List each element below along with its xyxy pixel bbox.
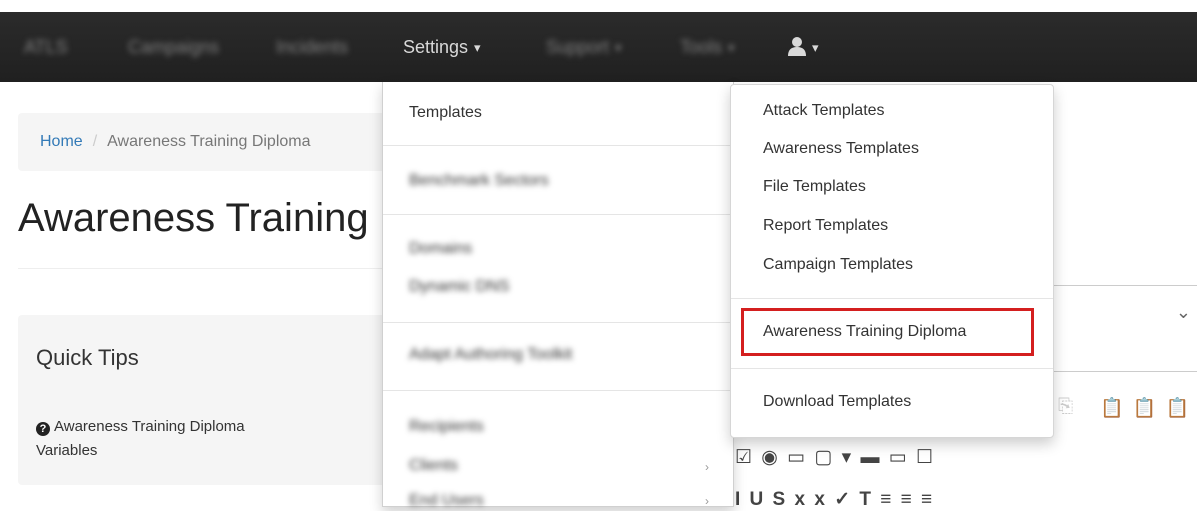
quick-tips-line2: Variables: [36, 442, 98, 459]
submenu-awareness-training-diploma[interactable]: Awareness Training Diploma: [763, 323, 966, 341]
submenu-attack-templates[interactable]: Attack Templates: [763, 102, 885, 120]
templates-submenu: Attack Templates Awareness Templates Fil…: [730, 84, 1054, 438]
chevron-down-icon: ⌄: [1175, 302, 1191, 322]
nav-support-label: Support: [546, 37, 610, 57]
quick-tips-variables-link[interactable]: ? Awareness Training Diploma Variables: [36, 415, 245, 463]
menu-item-dynamic-dns[interactable]: Dynamic DNS: [409, 278, 509, 296]
form-element-icons[interactable]: ☑ ◉ ▭ ▢ ▾ ▬ ▭ ☐: [735, 446, 935, 469]
menu-divider: [383, 390, 733, 391]
menu-item-authoring-toolkit[interactable]: Adapt Authoring Toolkit: [409, 346, 572, 364]
submenu-download-templates[interactable]: Download Templates: [763, 393, 911, 411]
menu-item-benchmark-sectors[interactable]: Benchmark Sectors: [409, 172, 549, 190]
submenu-divider: [731, 298, 1053, 299]
submenu-awareness-templates[interactable]: Awareness Templates: [763, 140, 919, 158]
user-icon: [788, 37, 806, 56]
template-select[interactable]: ⌄: [1040, 285, 1197, 345]
menu-divider: [383, 322, 733, 323]
menu-divider: [383, 214, 733, 215]
menu-divider: [383, 145, 733, 146]
nav-settings[interactable]: Settings ▾: [403, 12, 481, 82]
nav-tools[interactable]: Tools ▾: [680, 12, 735, 82]
format-toolbar-icons[interactable]: I U S x x ✓ T ≡ ≡ ≡: [735, 488, 934, 511]
quick-tips-title: Quick Tips: [36, 345, 139, 370]
submenu-campaign-templates[interactable]: Campaign Templates: [763, 256, 913, 274]
menu-item-templates[interactable]: Templates: [409, 104, 482, 122]
nav-settings-label: Settings: [403, 37, 469, 57]
quick-tips-panel: Quick Tips ? Awareness Training Diploma V…: [18, 315, 398, 485]
paste-icons[interactable]: 📋 📋 📋: [1100, 396, 1192, 420]
breadcrumb-separator: /: [92, 133, 98, 150]
title-divider: [18, 268, 398, 269]
nav-incidents[interactable]: Incidents: [276, 12, 348, 82]
settings-dropdown-menu: Templates Benchmark Sectors Domains Dyna…: [382, 82, 734, 510]
submenu-report-templates[interactable]: Report Templates: [763, 217, 888, 235]
nav-user-menu[interactable]: ▾: [788, 12, 819, 82]
nav-tools-label: Tools: [680, 37, 723, 57]
copy-icon[interactable]: ⎘: [1058, 396, 1075, 418]
top-navbar: ATLS Campaigns Incidents Settings ▾ Suppo…: [0, 0, 1197, 82]
submenu-divider: [731, 368, 1053, 369]
breadcrumb-current: Awareness Training Diploma: [107, 133, 311, 150]
editor-input[interactable]: [1040, 343, 1197, 372]
menu-item-end-users[interactable]: End Users: [409, 492, 484, 510]
nav-support[interactable]: Support ▾: [546, 12, 622, 82]
breadcrumb: Home / Awareness Training Diploma: [18, 113, 438, 171]
caret-down-icon: ▾: [728, 40, 735, 56]
nav-campaigns[interactable]: Campaigns: [128, 12, 219, 82]
breadcrumb-home-link[interactable]: Home: [40, 133, 83, 150]
menu-item-clients[interactable]: Clients: [409, 457, 458, 475]
caret-down-icon: ▾: [615, 40, 622, 56]
caret-down-icon: ▾: [812, 40, 819, 56]
brand-logo[interactable]: ATLS: [24, 12, 68, 82]
submenu-arrow-icon: ›: [705, 460, 709, 474]
question-circle-icon: ?: [36, 422, 50, 436]
caret-down-icon: ▾: [474, 40, 481, 56]
quick-tips-line1: Awareness Training Diploma: [54, 418, 245, 435]
menu-item-domains[interactable]: Domains: [409, 240, 472, 258]
submenu-file-templates[interactable]: File Templates: [763, 178, 866, 196]
menu-item-recipients[interactable]: Recipients: [409, 418, 484, 436]
